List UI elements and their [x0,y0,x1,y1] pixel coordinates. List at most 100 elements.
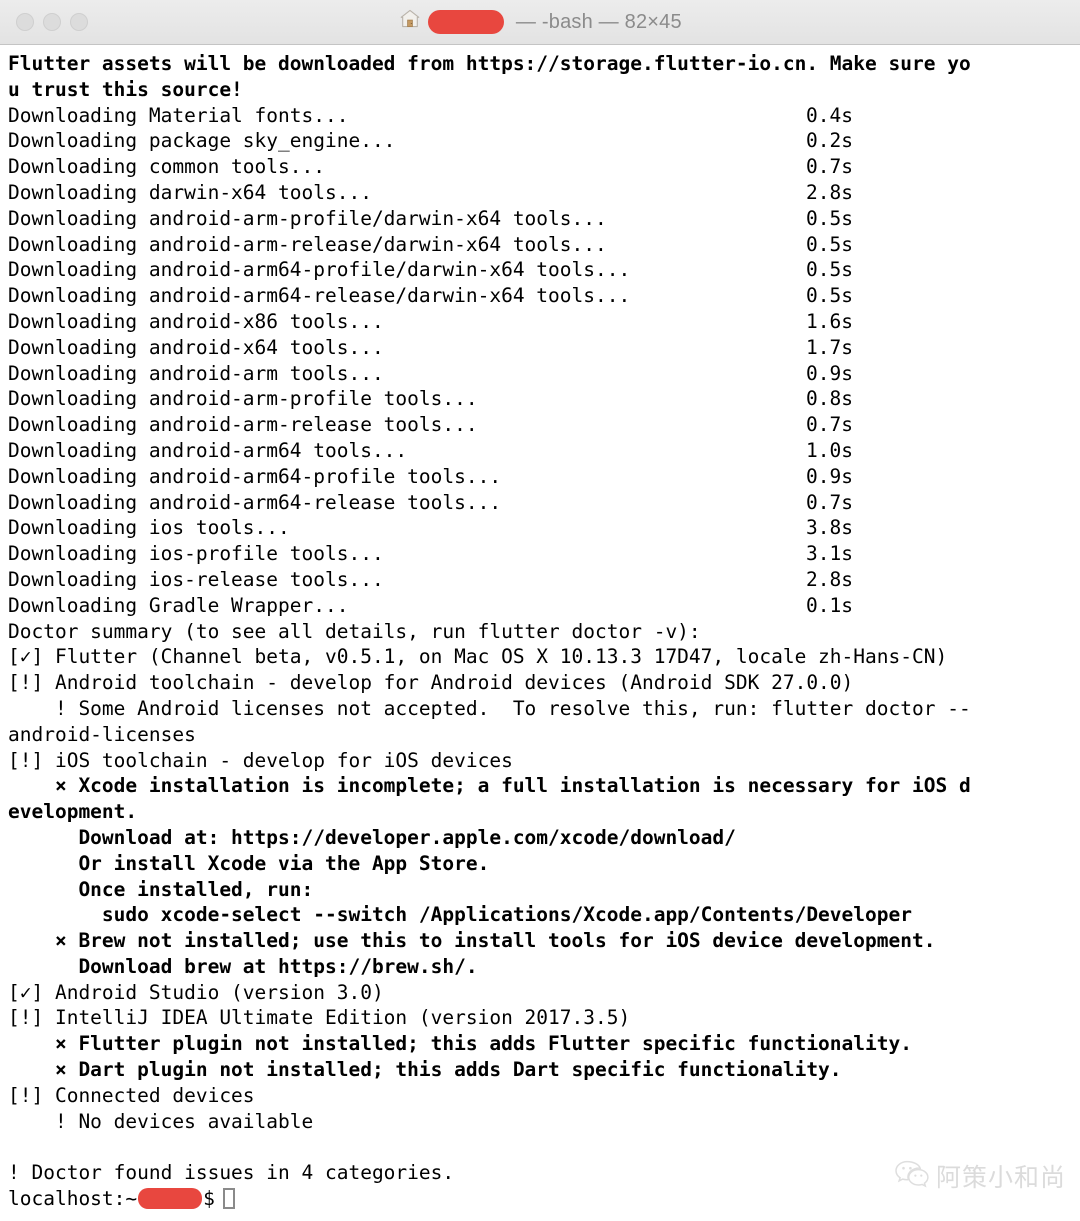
terminal-line: [!] IntelliJ IDEA Ultimate Edition (vers… [8,1006,631,1030]
terminal-line: Or install Xcode via the App Store. [8,851,490,875]
download-duration: 2.8s [806,180,853,204]
download-label: Downloading package sky_engine... [8,129,396,153]
download-duration: 0.1s [806,593,853,617]
download-duration: 1.6s [806,309,853,333]
download-label: Downloading android-arm64-profile tools.… [8,464,502,488]
terminal-line: × Dart plugin not installed; this adds D… [8,1058,842,1082]
doctor-summary-heading: Doctor summary (to see all details, run … [8,619,701,643]
download-label: Downloading ios-profile tools... [8,542,384,566]
terminal-line: evelopment. [8,800,138,824]
download-label: Downloading android-x64 tools... [8,335,384,359]
download-label: Downloading android-arm-profile/darwin-x… [8,206,607,230]
doctor-results: [✓] Flutter (Channel beta, v0.5.1, on Ma… [8,644,1080,1186]
download-label: Downloading common tools... [8,155,325,179]
download-row: Downloading darwin-x64 tools... 2.8s [8,180,1080,206]
terminal-line: × Flutter plugin not installed; this add… [8,1032,912,1056]
terminal-line: ! No devices available [8,1109,314,1133]
download-duration: 0.9s [806,464,853,488]
download-row: Downloading android-arm64-profile/darwin… [8,257,1080,283]
download-row: Downloading android-arm64-profile tools.… [8,464,1080,490]
download-duration: 1.7s [806,335,853,359]
download-label: Downloading android-arm tools... [8,361,384,385]
terminal-line: [!] iOS toolchain - develop for iOS devi… [8,748,513,772]
terminal-line: [!] Android toolchain - develop for Andr… [8,671,854,695]
download-row: Downloading android-arm64-release tools.… [8,490,1080,516]
download-row: Downloading android-arm-profile tools...… [8,386,1080,412]
terminal-line: Download at: https://developer.apple.com… [8,825,736,849]
download-list: Downloading Material fonts... 0.4s Downloa… [8,103,1080,619]
terminal-line: Once installed, run: [8,877,314,901]
download-label: Downloading android-arm64-release tools.… [8,490,502,514]
terminal-window: — -bash — 82×45 Flutter assets will be d… [0,0,1080,1221]
download-label: Downloading android-arm-release tools... [8,413,478,437]
download-label: Downloading android-x86 tools... [8,309,384,333]
minimize-button[interactable] [43,13,61,31]
download-row: Downloading ios-release tools... 2.8s [8,567,1080,593]
prompt-host: localhost:~ [8,1187,138,1211]
download-duration: 0.5s [806,232,853,256]
close-button[interactable] [16,13,34,31]
download-duration: 0.5s [806,206,853,230]
flutter-assets-notice: Flutter assets will be downloaded from h… [8,51,1080,103]
terminal-line: android-licenses [8,722,196,746]
prompt-symbol: $ [203,1187,215,1211]
download-row: Downloading ios tools... 3.8s [8,515,1080,541]
terminal-line: sudo xcode-select --switch /Applications… [8,903,912,927]
download-label: Downloading Gradle Wrapper... [8,593,349,617]
download-row: Downloading ios-profile tools... 3.1s [8,541,1080,567]
window-titlebar[interactable]: — -bash — 82×45 [0,0,1080,45]
terminal-output[interactable]: Flutter assets will be downloaded from h… [0,45,1080,1221]
redacted-username-title [428,10,505,34]
zoom-button[interactable] [70,13,88,31]
download-duration: 1.0s [806,438,853,462]
download-duration: 2.8s [806,567,853,591]
download-label: Downloading darwin-x64 tools... [8,180,372,204]
window-title-text: — -bash — 82×45 [510,10,682,33]
terminal-line: Flutter assets will be downloaded from h… [8,52,971,75]
home-folder-icon [398,7,422,37]
download-duration: 3.8s [806,516,853,540]
terminal-line: × Brew not installed; use this to instal… [8,929,936,953]
download-label: Downloading ios-release tools... [8,567,384,591]
download-row: Downloading android-arm-profile/darwin-x… [8,206,1080,232]
download-label: Downloading android-arm-profile tools... [8,387,478,411]
download-label: Downloading Material fonts... [8,103,349,127]
download-duration: 0.5s [806,258,853,282]
download-row: Downloading android-arm64 tools... 1.0s [8,438,1080,464]
download-duration: 0.7s [806,413,853,437]
shell-prompt[interactable]: localhost:~ $ [8,1186,1080,1212]
terminal-line: × Xcode installation is incomplete; a fu… [8,774,971,798]
download-row: Downloading Gradle Wrapper... 0.1s [8,593,1080,619]
terminal-line: Download brew at https://brew.sh/. [8,954,478,978]
traffic-light-group [0,13,88,31]
text-cursor[interactable] [222,1188,235,1210]
download-row: Downloading common tools... 0.7s [8,154,1080,180]
download-row: Downloading android-x64 tools... 1.7s [8,335,1080,361]
download-label: Downloading android-arm-release/darwin-x… [8,232,607,256]
terminal-line: [✓] Flutter (Channel beta, v0.5.1, on Ma… [8,645,948,669]
download-duration: 0.2s [806,129,853,153]
download-duration: 0.5s [806,284,853,308]
terminal-line: [!] Connected devices [8,1083,255,1107]
terminal-line: ! Some Android licenses not accepted. To… [8,696,971,720]
window-title: — -bash — 82×45 [0,0,1080,44]
download-row: Downloading android-arm-release tools...… [8,412,1080,438]
download-label: Downloading ios tools... [8,516,290,540]
download-row: Downloading Material fonts... 0.4s [8,103,1080,129]
download-duration: 0.7s [806,490,853,514]
terminal-line: ! Doctor found issues in 4 categories. [8,1161,455,1185]
download-row: Downloading android-arm-release/darwin-x… [8,232,1080,258]
download-row: Downloading android-arm64-release/darwin… [8,283,1080,309]
download-label: Downloading android-arm64-release/darwin… [8,284,631,308]
redacted-username-prompt [138,1188,203,1210]
download-row: Downloading android-x86 tools... 1.6s [8,309,1080,335]
terminal-line: u trust this source! [8,77,243,101]
download-label: Downloading android-arm64 tools... [8,438,408,462]
download-label: Downloading android-arm64-profile/darwin… [8,258,631,282]
download-row: Downloading package sky_engine... 0.2s [8,128,1080,154]
download-duration: 3.1s [806,542,853,566]
terminal-line: [✓] Android Studio (version 3.0) [8,980,384,1004]
download-duration: 0.7s [806,155,853,179]
download-duration: 0.9s [806,361,853,385]
